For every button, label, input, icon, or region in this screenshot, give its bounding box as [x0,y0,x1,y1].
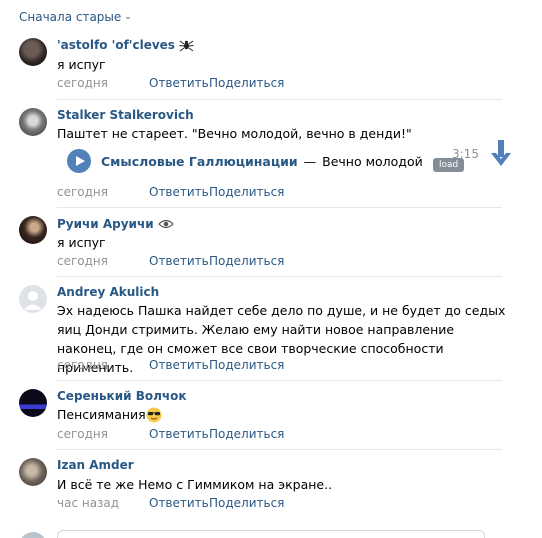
comment-time[interactable]: сегодня [57,358,149,372]
comment-author[interactable]: Stalker Stalkerovich [57,108,194,122]
sort-dropdown[interactable]: Сначала старые ⌄ [19,10,132,24]
comment-author[interactable]: Серенький Волчок [57,389,187,403]
reply-button[interactable]: Ответить [149,254,209,268]
avatar[interactable] [19,458,47,486]
author-name: 'astolfo 'of'cleves [57,38,175,52]
track-separator: — [303,153,317,169]
reply-button[interactable]: Ответить [149,358,209,372]
spider-icon [179,40,194,51]
avatar[interactable] [19,38,47,66]
comment-text: Паштет не стареет. "Вечно молодой, вечно… [57,126,412,141]
comment-text: я испуг [57,235,106,250]
eye-icon [157,219,174,229]
author-name: Руичи Аруичи [57,217,154,231]
load-badge[interactable]: load [433,158,465,172]
comment-author[interactable]: Andrey Akulich [57,285,159,299]
comment-input[interactable] [57,530,485,538]
author-name: Серенький Волчок [57,389,187,403]
chevron-down-icon: ⌄ [124,12,132,22]
reply-button[interactable]: Ответить [149,185,209,199]
comment-text: Пенсиямания [57,405,507,424]
divider [57,99,502,100]
author-name: Andrey Akulich [57,285,160,299]
share-button[interactable]: Поделиться [209,358,284,372]
divider [57,207,502,208]
reply-button[interactable]: Ответить [149,76,209,90]
share-button[interactable]: Поделиться [209,496,284,510]
share-button[interactable]: Поделиться [209,427,284,441]
comment-author[interactable]: Izan Amder [57,458,134,472]
author-name: Izan Amder [57,458,134,472]
avatar[interactable] [19,285,47,313]
play-icon[interactable] [67,149,91,173]
comment-text-body: Пенсиямания [57,407,146,422]
share-button[interactable]: Поделиться [209,185,284,199]
avatar[interactable] [19,389,47,417]
comment-time[interactable]: сегодня [57,76,149,90]
divider [57,276,502,277]
avatar[interactable] [19,108,47,136]
current-user-avatar [19,532,47,538]
comment-time[interactable]: час назад [57,496,149,510]
sunglasses-emoji-icon [146,407,162,422]
comment-author[interactable]: Руичи Аруичи [57,217,174,231]
download-arrow-icon[interactable] [489,139,513,169]
divider [57,380,502,381]
comment-time[interactable]: сегодня [57,427,149,441]
track-artist[interactable]: Смысловые Галлюцинации [101,154,298,169]
author-name: Stalker Stalkerovich [57,108,194,122]
sort-label: Сначала старые [19,10,122,24]
comment-author[interactable]: 'astolfo 'of'cleves [57,38,194,52]
reply-button[interactable]: Ответить [149,496,209,510]
comment-text: я испуг [57,57,106,72]
comment-time[interactable]: сегодня [57,185,149,199]
share-button[interactable]: Поделиться [209,76,284,90]
comment-time[interactable]: сегодня [57,254,149,268]
divider [57,449,502,450]
default-avatar-icon [24,291,42,310]
reply-button[interactable]: Ответить [149,427,209,441]
avatar[interactable] [19,216,47,244]
comment-text: И всё те же Немо с Гиммиком на экране.. [57,477,333,492]
share-button[interactable]: Поделиться [209,254,284,268]
track-title: Вечно молодой [322,153,423,169]
